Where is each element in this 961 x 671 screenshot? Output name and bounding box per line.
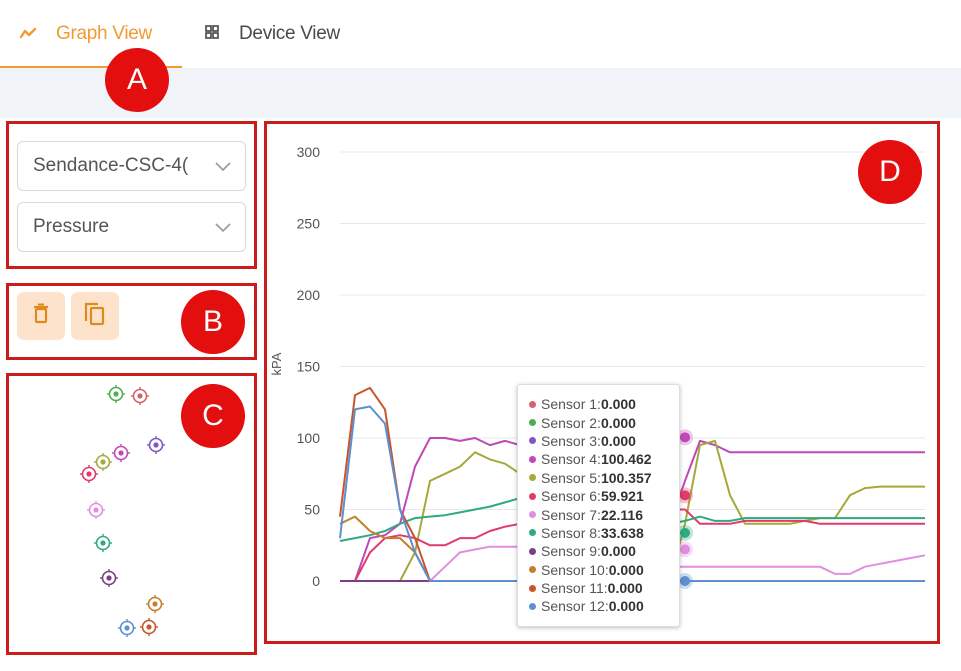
tooltip-series-label: Sensor 5:: [541, 469, 601, 486]
tooltip-row: Sensor 11: 0.000: [529, 579, 679, 597]
series-color-dot: [529, 400, 536, 408]
tooltip-series-label: Sensor 1:: [541, 396, 601, 413]
series-color-dot: [529, 419, 536, 427]
chart-tooltip: Sensor 1: 0.000 Sensor 2: 0.000 Sensor 3: …: [517, 384, 680, 627]
tooltip-row: Sensor 5: 100.357: [529, 469, 679, 487]
tooltip-series-label: Sensor 9:: [541, 543, 601, 560]
tooltip-series-label: Sensor 4:: [541, 451, 601, 468]
series-color-dot: [529, 584, 536, 592]
tooltip-series-value: 0.000: [600, 432, 636, 449]
tooltip-row: Sensor 4: 100.462: [529, 450, 679, 468]
series-color-dot: [529, 437, 536, 445]
tooltip-row: Sensor 8: 33.638: [529, 524, 679, 542]
tooltip-series-value: 0.000: [600, 543, 636, 560]
tooltip-row: Sensor 3: 0.000: [529, 432, 679, 450]
tooltip-series-label: Sensor 6:: [541, 488, 601, 505]
y-tick-label: 200: [297, 287, 321, 303]
tooltip-series-label: Sensor 12:: [541, 598, 609, 615]
tooltip-series-label: Sensor 3:: [541, 432, 601, 449]
y-tick-label: 100: [297, 430, 321, 446]
tooltip-row: Sensor 9: 0.000: [529, 542, 679, 560]
series-color-dot: [529, 474, 536, 482]
tooltip-series-value: 0.000: [608, 561, 644, 578]
series-color-dot: [529, 455, 536, 463]
tooltip-series-value: 33.638: [600, 524, 644, 541]
tooltip-row: Sensor 12: 0.000: [529, 597, 679, 615]
hover-point: [680, 527, 690, 538]
y-tick-label: 0: [312, 573, 320, 589]
tooltip-series-value: 59.921: [600, 488, 644, 505]
tooltip-series-label: Sensor 2:: [541, 414, 601, 431]
tooltip-series-label: Sensor 8:: [541, 524, 601, 541]
tooltip-series-value: 100.462: [600, 451, 652, 468]
series-color-dot: [529, 511, 536, 519]
tooltip-series-value: 100.357: [600, 469, 652, 486]
series-color-dot: [529, 566, 536, 574]
tooltip-row: Sensor 1: 0.000: [529, 395, 679, 413]
pressure-line-chart[interactable]: 0 50 100 150 200 250 300: [0, 0, 961, 671]
tooltip-series-value: 0.000: [607, 580, 643, 597]
tooltip-series-label: Sensor 11:: [541, 580, 608, 597]
series-color-dot: [529, 602, 536, 610]
y-tick-label: 250: [297, 216, 321, 232]
tooltip-series-value: 0.000: [600, 414, 636, 431]
tooltip-series-value: 0.000: [600, 396, 636, 413]
tooltip-series-value: 22.116: [600, 506, 643, 523]
hover-point: [680, 432, 690, 443]
series-color-dot: [529, 492, 536, 500]
tooltip-row: Sensor 6: 59.921: [529, 487, 679, 505]
tooltip-row: Sensor 2: 0.000: [529, 413, 679, 431]
y-tick-label: 150: [297, 359, 321, 375]
tooltip-row: Sensor 7: 22.116: [529, 505, 679, 523]
hover-point: [680, 544, 690, 555]
series-color-dot: [529, 547, 536, 555]
series-color-dot: [529, 529, 536, 537]
tooltip-series-label: Sensor 7:: [541, 506, 601, 523]
y-tick-label: 300: [297, 144, 321, 160]
tooltip-series-label: Sensor 10:: [541, 561, 609, 578]
tooltip-row: Sensor 10: 0.000: [529, 561, 679, 579]
hover-point: [680, 490, 690, 501]
annotation-badge-d: D: [858, 140, 922, 204]
y-axis-label: kPA: [268, 352, 284, 376]
tooltip-series-value: 0.000: [608, 598, 644, 615]
hover-point: [680, 576, 690, 586]
y-tick-label: 50: [304, 502, 320, 518]
